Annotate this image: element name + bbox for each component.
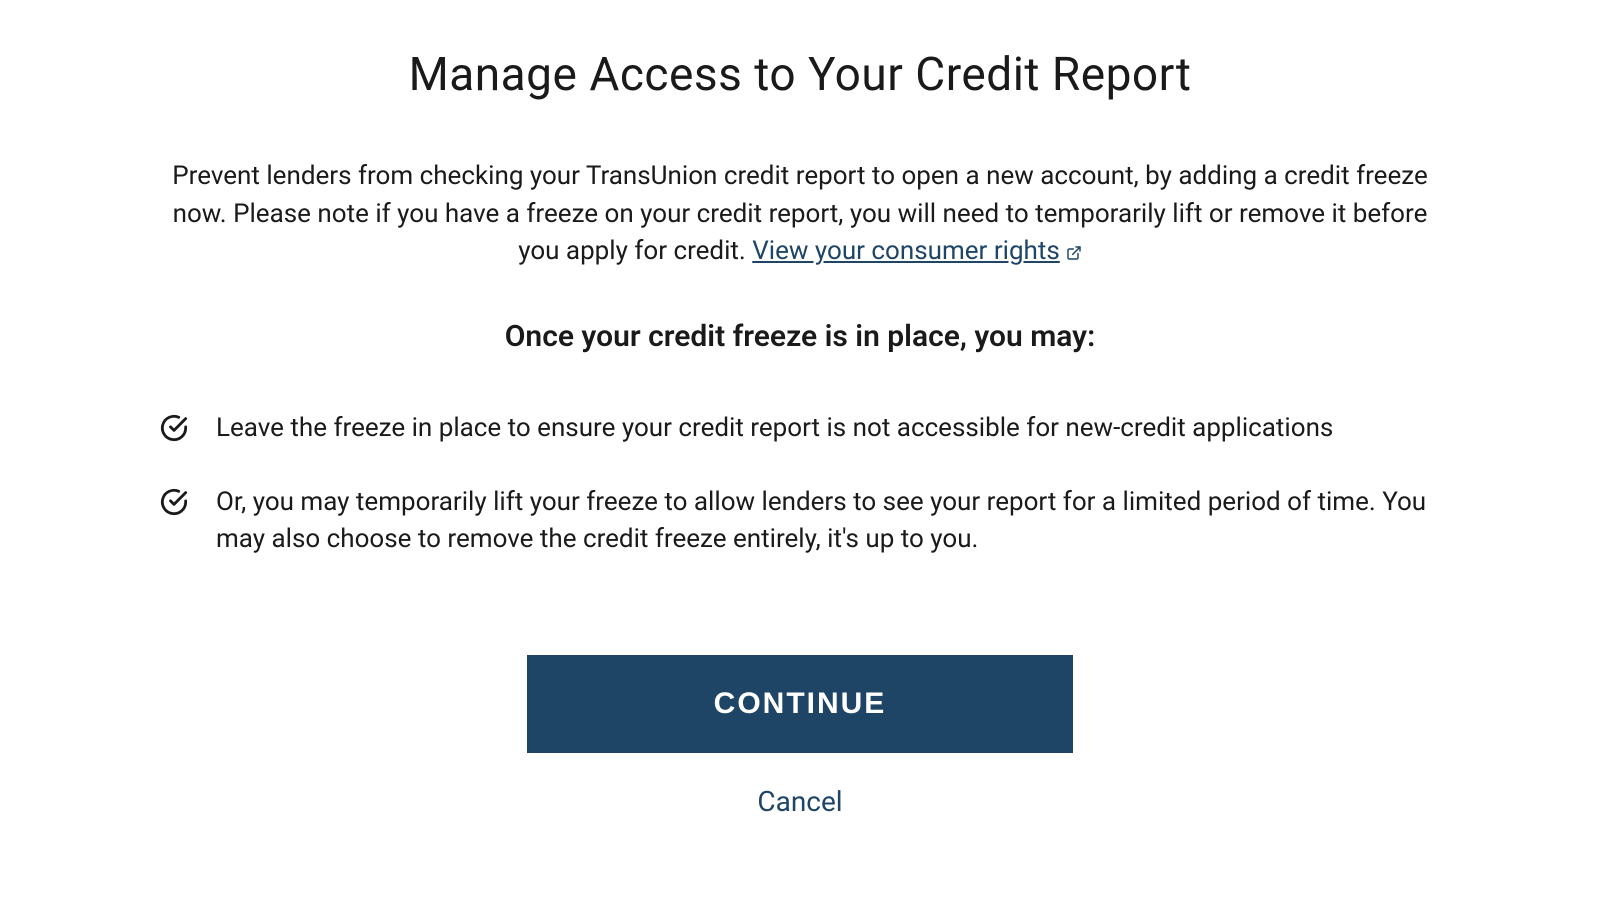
cancel-link[interactable]: Cancel <box>757 785 842 818</box>
continue-button[interactable]: CONTINUE <box>527 655 1073 753</box>
main-content: Manage Access to Your Credit Report Prev… <box>80 0 1520 818</box>
list-item: Or, you may temporarily lift your freeze… <box>160 484 1440 559</box>
check-circle-icon <box>160 488 188 516</box>
actions: CONTINUE Cancel <box>160 655 1440 818</box>
intro-paragraph: Prevent lenders from checking your Trans… <box>160 158 1440 271</box>
external-link-icon <box>1064 233 1082 271</box>
benefits-subheading: Once your credit freeze is in place, you… <box>160 319 1440 354</box>
benefit-text: Leave the freeze in place to ensure your… <box>216 410 1333 448</box>
rights-link-label: View your consumer rights <box>752 233 1060 271</box>
consumer-rights-link[interactable]: View your consumer rights <box>752 233 1082 271</box>
benefits-list: Leave the freeze in place to ensure your… <box>160 410 1440 559</box>
check-circle-icon <box>160 414 188 442</box>
benefit-text: Or, you may temporarily lift your freeze… <box>216 484 1440 559</box>
page-title: Manage Access to Your Credit Report <box>160 48 1440 102</box>
list-item: Leave the freeze in place to ensure your… <box>160 410 1440 448</box>
